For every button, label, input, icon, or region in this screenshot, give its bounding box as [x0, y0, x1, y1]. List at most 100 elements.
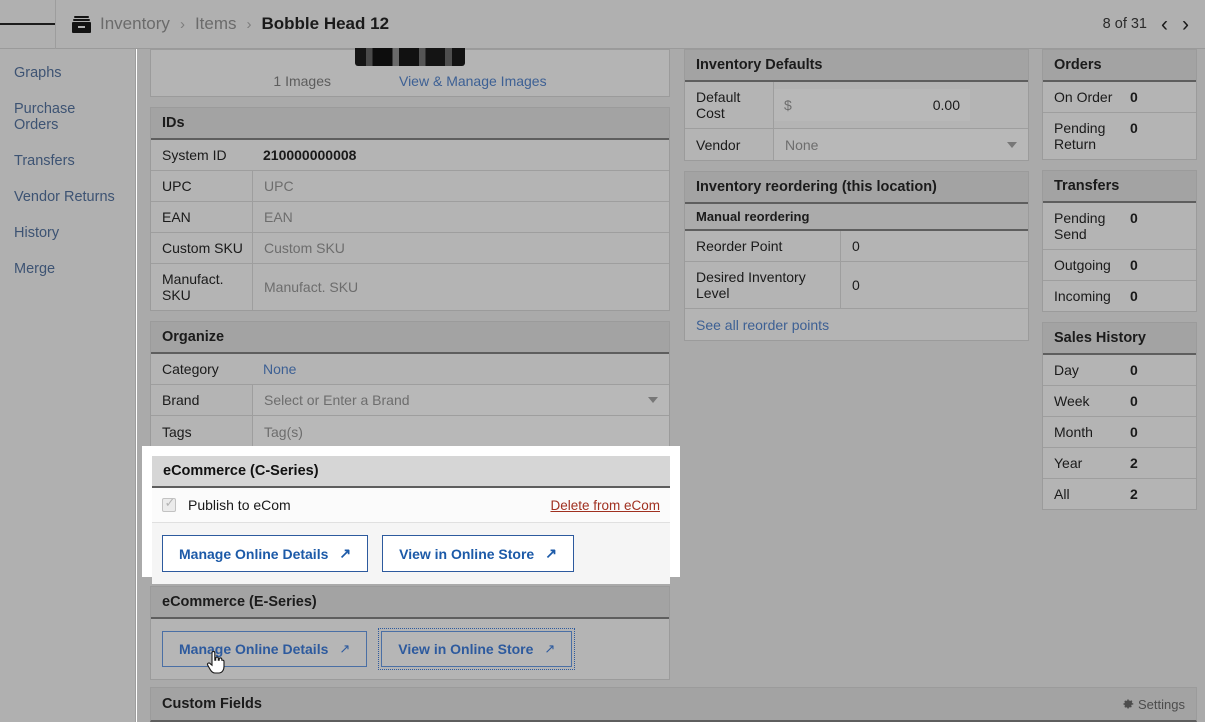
transfers-panel-title: Transfers	[1043, 171, 1196, 203]
orders-panel-title: Orders	[1043, 50, 1196, 82]
upc-input[interactable]: UPC	[252, 171, 669, 201]
row-label: UPC	[162, 178, 192, 194]
row-value: 0	[1130, 393, 1138, 409]
manual-reordering-subtitle: Manual reordering	[685, 204, 1028, 231]
table-row: Custom SKU Custom SKU	[151, 233, 669, 264]
table-row: All 2	[1043, 479, 1196, 509]
category-value-link[interactable]: None	[252, 354, 669, 384]
row-label: Desired Inventory Level	[696, 269, 806, 301]
table-row: Vendor None	[685, 129, 1028, 160]
button-label: View in Online Store	[399, 545, 535, 562]
row-label: Year	[1054, 455, 1083, 471]
reorder-point-value[interactable]: 0	[840, 231, 1028, 261]
row-label: Day	[1054, 362, 1079, 378]
settings-button[interactable]: Settings	[1122, 697, 1185, 712]
row-label: Month	[1054, 424, 1093, 440]
row-value: 2	[1130, 486, 1138, 502]
e-series-manage-online-details-button[interactable]: Manage Online Details ↗	[162, 631, 368, 667]
table-row: See all reorder points	[685, 309, 1028, 340]
sidebar-item-vendor-returns[interactable]: Vendor Returns	[0, 179, 135, 215]
row-label: Incoming	[1054, 288, 1111, 304]
dimmed-overlay-layer: Inventory › Items › Bobble Head 12 8 of …	[0, 0, 1205, 722]
table-row: Tags Tag(s)	[151, 416, 669, 447]
manufact-sku-input[interactable]: Manufact. SKU	[252, 264, 669, 310]
row-label: Vendor	[696, 136, 741, 153]
row-label: Outgoing	[1054, 257, 1111, 273]
ean-input[interactable]: EAN	[252, 202, 669, 232]
sidebar-item-graphs[interactable]: Graphs	[0, 55, 135, 91]
sidebar-item-history[interactable]: History	[0, 215, 135, 251]
chevron-down-icon	[1007, 141, 1017, 148]
organize-panel-title: Organize	[151, 322, 669, 354]
row-label: Manufact. SKU	[162, 271, 224, 303]
row-value: 0	[1130, 210, 1138, 226]
default-cost-field[interactable]: $ 0.00	[773, 82, 1028, 128]
orders-panel: Orders On Order 0 Pending Return 0	[1042, 49, 1197, 160]
breadcrumb-item-inventory[interactable]: Inventory	[100, 14, 170, 34]
breadcrumb-separator: ›	[179, 15, 185, 33]
table-row: Week 0	[1043, 386, 1196, 417]
sidebar-item-purchase-orders[interactable]: Purchase Orders	[0, 91, 135, 143]
see-all-reorder-points-link[interactable]: See all reorder points	[685, 309, 1028, 340]
column-right: Orders On Order 0 Pending Return 0 Trans…	[1042, 49, 1197, 520]
row-value: 0	[1130, 424, 1138, 440]
inventory-box-icon	[72, 15, 91, 33]
row-value: 0	[1130, 120, 1138, 136]
row-label: Category	[162, 361, 219, 377]
item-images-panel: 1 Images View & Manage Images	[150, 48, 670, 97]
table-row: On Order 0	[1043, 82, 1196, 113]
table-row: Month 0	[1043, 417, 1196, 448]
record-pager: 8 of 31 ‹ ›	[1103, 14, 1205, 35]
brand-select[interactable]: Select or Enter a Brand	[252, 385, 669, 415]
custom-sku-input[interactable]: Custom SKU	[252, 233, 669, 263]
publish-to-ecom-checkbox[interactable]	[162, 495, 176, 512]
table-row: EAN EAN	[151, 202, 669, 233]
c-series-manage-online-details-button[interactable]: Manage Online Details ↗	[162, 535, 369, 572]
external-link-icon: ↗	[339, 545, 352, 561]
content-area: 1 Images View & Manage Images IDs System…	[137, 48, 1205, 722]
system-id-value: 210000000008	[263, 147, 357, 163]
vendor-value: None	[785, 136, 819, 153]
settings-label: Settings	[1138, 696, 1185, 712]
e-series-view-in-online-store-button[interactable]: View in Online Store ↗	[378, 628, 576, 670]
external-link-icon: ↗	[544, 641, 556, 656]
button-label: View in Online Store	[398, 641, 534, 657]
external-link-icon: ↗	[545, 545, 557, 561]
desired-inventory-level-value[interactable]: 0	[840, 262, 1028, 308]
table-row: Incoming 0	[1043, 281, 1196, 311]
tags-input[interactable]: Tag(s)	[252, 416, 669, 447]
table-row: Reorder Point 0	[685, 231, 1028, 262]
inventory-defaults-title: Inventory Defaults	[685, 50, 1028, 82]
image-count-label: 1 Images	[273, 73, 331, 89]
breadcrumb-separator: ›	[246, 15, 252, 33]
table-row: Brand Select or Enter a Brand	[151, 385, 669, 416]
delete-from-ecom-link[interactable]: Delete from eCom	[550, 498, 660, 513]
sidebar-item-merge[interactable]: Merge	[0, 251, 135, 287]
row-label: Tags	[162, 423, 192, 440]
row-label: System ID	[162, 147, 227, 163]
row-value: 0	[1130, 257, 1138, 273]
ecommerce-c-series-panel: eCommerce (C-Series) Publish to eCom Del…	[152, 456, 670, 584]
breadcrumb-item-items[interactable]: Items	[195, 14, 237, 34]
gear-icon	[1123, 699, 1134, 709]
column-left: 1 Images View & Manage Images IDs System…	[150, 48, 670, 690]
item-image-thumbnail[interactable]	[355, 48, 465, 66]
app-window: Inventory › Items › Bobble Head 12 8 of …	[0, 0, 1205, 722]
c-series-view-in-online-store-button[interactable]: View in Online Store ↗	[382, 535, 574, 572]
prev-record-icon[interactable]: ‹	[1161, 14, 1168, 35]
ecommerce-c-series-title: eCommerce (C-Series)	[152, 456, 670, 488]
view-manage-images-link[interactable]: View & Manage Images	[399, 73, 547, 89]
row-value: 0	[1130, 362, 1138, 378]
left-sidebar: Graphs Purchase Orders Transfers Vendor …	[0, 49, 136, 722]
chevron-down-icon	[648, 397, 658, 403]
table-row: UPC UPC	[151, 171, 669, 202]
hamburger-menu-icon[interactable]	[0, 0, 56, 49]
vendor-select[interactable]: None	[773, 129, 1028, 160]
sidebar-item-transfers[interactable]: Transfers	[0, 143, 135, 179]
next-record-icon[interactable]: ›	[1182, 14, 1189, 35]
default-cost-value: 0.00	[932, 97, 960, 113]
sales-history-panel: Sales History Day 0 Week 0 Month 0 Year	[1042, 322, 1197, 510]
brand-placeholder: Select or Enter a Brand	[264, 392, 410, 408]
publish-to-ecom-label: Publish to eCom	[188, 497, 291, 513]
sales-history-title: Sales History	[1043, 323, 1196, 355]
